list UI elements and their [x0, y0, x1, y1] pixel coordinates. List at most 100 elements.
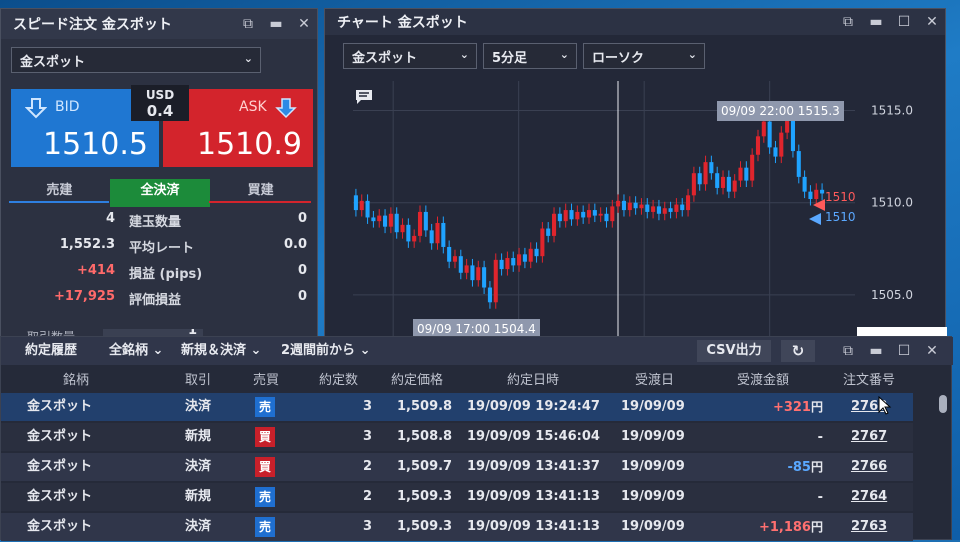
cell-order-number[interactable]: 2764: [851, 483, 887, 511]
close-icon[interactable]: ✕: [297, 16, 311, 32]
candle-body: [371, 217, 376, 222]
candle-body: [633, 202, 638, 209]
column-header-settle-date[interactable]: 受渡日: [635, 367, 674, 395]
position-label: 評価損益: [129, 293, 182, 308]
candle-body: [522, 254, 527, 262]
candle-body: [563, 210, 568, 222]
candle-body: [820, 189, 825, 194]
cell-symbol: 金スポット: [27, 489, 93, 504]
cell-order-number[interactable]: 2767: [851, 423, 887, 451]
cell-order-number[interactable]: 2766: [851, 453, 887, 481]
candle-body: [750, 154, 755, 181]
ask-price-marker: 1510: [825, 190, 856, 204]
candle-body: [487, 287, 492, 303]
close-icon[interactable]: ✕: [925, 14, 939, 30]
close-all-button[interactable]: 全決済: [109, 179, 211, 207]
cell-symbol: 金スポット: [27, 459, 93, 474]
candle-body: [808, 191, 813, 200]
chart-symbol-select[interactable]: 金スポット ⌄: [343, 43, 477, 69]
column-header-quantity[interactable]: 約定数: [319, 367, 358, 395]
column-header-side[interactable]: 売買: [253, 367, 279, 395]
cell-symbol: 金スポット: [27, 429, 93, 444]
candle-body: [458, 256, 463, 273]
candle-body: [662, 208, 667, 214]
cell-price: 1,509.3: [397, 519, 453, 534]
refresh-icon[interactable]: ↻: [781, 340, 815, 362]
candle-body: [726, 176, 731, 192]
chevron-down-icon: ⌄: [243, 52, 253, 65]
table-row[interactable]: 金スポット 新規 売 2 1,509.3 19/09/09 13:41:13 19/09/0…: [1, 483, 913, 511]
cell-price: 1,509.3: [397, 489, 453, 504]
side-badge: 売: [255, 517, 275, 537]
column-header-symbol[interactable]: 銘柄: [63, 367, 89, 395]
amount-value: -: [817, 430, 823, 445]
column-header-order-number[interactable]: 注文番号: [843, 367, 895, 395]
timeframe-select[interactable]: 5分足 ⌄: [483, 43, 577, 69]
chart-type-value: ローソク: [592, 50, 645, 66]
maximize-icon[interactable]: ☐: [897, 14, 911, 30]
cell-settle-date: 19/09/09: [621, 399, 685, 414]
candle-body: [645, 204, 650, 212]
minimize-icon[interactable]: ▬: [869, 343, 883, 359]
candle-body: [441, 222, 446, 247]
column-header-trade[interactable]: 取引: [185, 367, 211, 395]
amount-unit: 円: [810, 520, 823, 534]
close-icon[interactable]: ✕: [925, 343, 939, 359]
csv-export-button[interactable]: CSV出力: [697, 340, 771, 362]
cell-trade: 決済: [185, 459, 212, 474]
amount-value: +1,186: [758, 520, 811, 535]
history-scrollbar[interactable]: [939, 393, 947, 539]
column-header-datetime[interactable]: 約定日時: [507, 367, 559, 395]
symbol-select-value: 金スポット: [20, 54, 86, 70]
candle-body: [668, 208, 673, 212]
table-row[interactable]: 金スポット 決済 売 3 1,509.3 19/09/09 13:41:13 19/09/0…: [1, 513, 913, 541]
cell-order-number[interactable]: 2763: [851, 513, 887, 541]
scrollbar-thumb[interactable]: [939, 395, 947, 413]
candle-body: [383, 215, 388, 227]
cell-side: 買: [255, 453, 275, 481]
speed-order-title: スピード注文 金スポット: [13, 17, 172, 33]
execution-history-tab[interactable]: 約定履歴: [21, 340, 81, 362]
cell-datetime: 19/09/09 13:41:13: [467, 489, 600, 504]
amount-value: -: [817, 490, 823, 505]
side-badge: 買: [255, 427, 275, 447]
minimize-icon[interactable]: ▬: [869, 14, 883, 30]
column-header-price[interactable]: 約定価格: [391, 367, 443, 395]
chevron-down-icon: ⌄: [250, 343, 262, 358]
candle-body: [598, 213, 603, 216]
cell-trade: 決済: [185, 399, 212, 414]
cell-trade: 決済: [185, 519, 212, 534]
trade-type-filter-select[interactable]: 新規＆決済 ⌄: [177, 340, 265, 362]
cell-price: 1,509.8: [397, 399, 453, 414]
table-row[interactable]: 金スポット 新規 買 3 1,508.8 19/09/09 15:46:04 19/09/0…: [1, 423, 913, 451]
symbol-filter-select[interactable]: 全銘柄 ⌄: [105, 340, 167, 362]
amount-value: -85: [787, 460, 811, 475]
candle-body: [412, 235, 417, 242]
minimize-icon[interactable]: ▬: [269, 16, 283, 32]
maximize-icon[interactable]: ☐: [897, 343, 911, 359]
buy-tab-underline: [209, 201, 311, 203]
position-value-right: 0: [297, 211, 307, 226]
position-row-average-rate: 1,552.3 平均レート 0.0: [11, 237, 311, 261]
position-value: +414: [76, 263, 115, 278]
candle-body: [406, 224, 411, 242]
popout-icon[interactable]: ⧉: [241, 16, 255, 32]
candle-body: [744, 167, 749, 181]
cell-trade: 新規: [185, 429, 212, 444]
table-row[interactable]: 金スポット 決済 買 2 1,509.7 19/09/09 13:41:37 19/09/0…: [1, 453, 913, 481]
position-label: 損益 (pips): [129, 267, 203, 282]
column-header-amount[interactable]: 受渡金額: [737, 367, 789, 395]
popout-icon[interactable]: ⧉: [841, 343, 855, 359]
chevron-down-icon: ⌄: [687, 48, 697, 61]
candle-body: [779, 132, 784, 157]
bid-price: 1510.5: [43, 127, 148, 162]
period-filter-select[interactable]: 2週間前から ⌄: [277, 340, 374, 362]
cell-quantity: 3: [363, 519, 373, 534]
candle-body: [732, 180, 737, 192]
chart-type-select[interactable]: ローソク ⌄: [583, 43, 705, 69]
candle-body: [592, 210, 597, 216]
candle-body: [429, 230, 434, 244]
popout-icon[interactable]: ⧉: [841, 14, 855, 30]
symbol-select[interactable]: 金スポット ⌄: [11, 47, 261, 73]
table-row[interactable]: 金スポット 決済 売 3 1,509.8 19/09/09 19:24:47 19/09/0…: [1, 393, 913, 421]
